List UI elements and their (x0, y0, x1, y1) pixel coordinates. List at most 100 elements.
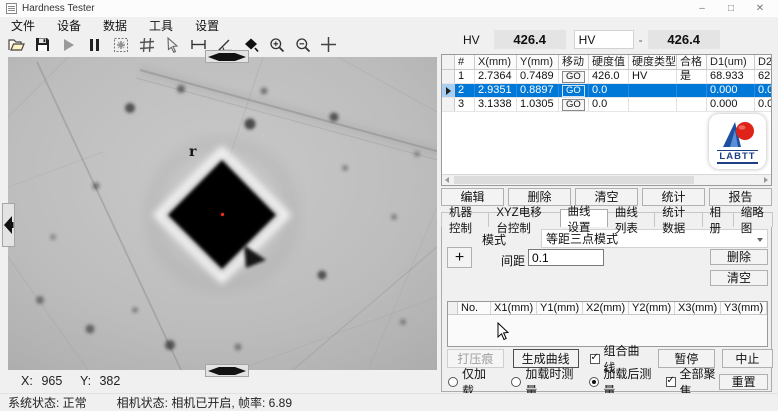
cell-move: GO (559, 98, 589, 111)
hv-scale-value: HV (579, 33, 596, 47)
hv-label: HV (463, 33, 480, 47)
scroll-left-icon[interactable] (445, 177, 449, 183)
cross-button[interactable] (319, 35, 338, 54)
maximize-button[interactable]: □ (719, 1, 743, 17)
cell-y: 0.8897 (517, 84, 559, 97)
delete-point-button[interactable]: 删除 (710, 249, 768, 265)
scroll-right-icon[interactable] (764, 177, 768, 183)
crosshair-box-icon (113, 37, 129, 53)
results-table[interactable]: # X(mm) Y(mm) 移动 硬度值 硬度类型 合格 D1(um) D2(u… (441, 54, 772, 186)
cell-hardness-type: HV (629, 70, 677, 83)
stage-marker-left[interactable] (2, 203, 15, 247)
tab-statistics[interactable]: 统计数据 (654, 212, 702, 227)
menu-item-data[interactable]: 数据 (92, 17, 138, 34)
menu-item-settings[interactable]: 设置 (184, 17, 230, 34)
status-bar: 系统状态: 正常 相机状态: 相机已开启, 帧率: 6.89 (0, 393, 778, 411)
stage-marker-bottom[interactable] (205, 364, 249, 377)
cell-x: 3.1338 (475, 98, 517, 111)
col-x3: X3(mm) (675, 302, 721, 314)
cross-icon (320, 36, 337, 53)
menu-item-tools[interactable]: 工具 (138, 17, 184, 34)
cell-hardness-type (629, 84, 677, 97)
cell-index: 2 (455, 84, 475, 97)
go-button[interactable]: GO (562, 71, 585, 83)
hardness-readout: HV 426.4 HV - 426.4 (441, 29, 773, 50)
play-icon (62, 38, 75, 52)
h-scrollbar[interactable] (442, 174, 771, 185)
cell-hardness: 426.0 (589, 70, 629, 83)
cell-move: GO (559, 70, 589, 83)
radio-icon (511, 377, 521, 387)
go-button[interactable]: GO (562, 85, 585, 97)
tab-xyz-stage-control[interactable]: XYZ电移台控制 (488, 212, 560, 227)
specimen-viewport[interactable]: r (8, 57, 437, 370)
col-index: # (455, 55, 475, 69)
coord-y-value: 382 (99, 374, 120, 388)
points-table[interactable]: No. X1(mm) Y1(mm) X2(mm) Y2(mm) X3(mm) Y… (447, 301, 768, 347)
menu-item-file[interactable]: 文件 (0, 17, 46, 34)
tab-machine-control[interactable]: 机器控制 (441, 212, 489, 227)
cell-move: GO (559, 84, 589, 97)
cell-x: 2.9351 (475, 84, 517, 97)
grid-button[interactable] (137, 35, 156, 54)
stage-marker-top[interactable] (205, 50, 249, 63)
cell-hardness: 0.0 (589, 98, 629, 111)
labtt-logo-icon (721, 120, 755, 150)
zoom-out-button[interactable] (293, 35, 312, 54)
cell-d1: 0.000 (707, 98, 755, 111)
cell-pass (677, 98, 707, 111)
abort-button[interactable]: 中止 (722, 349, 773, 368)
go-button[interactable]: GO (562, 99, 585, 111)
results-header-row: # X(mm) Y(mm) 移动 硬度值 硬度类型 合格 D1(um) D2(u… (442, 55, 771, 70)
scrollbar-thumb[interactable] (454, 176, 694, 184)
col-x2: X2(mm) (583, 302, 629, 314)
zoom-in-button[interactable] (267, 35, 286, 54)
reset-button[interactable]: 重置 (719, 374, 768, 390)
tab-curve-list[interactable]: 曲线列表 (607, 212, 655, 227)
cell-hardness: 0.0 (589, 84, 629, 97)
indentation-mark (152, 144, 292, 284)
coord-y-label: Y: (80, 374, 96, 388)
cell-pass: 是 (677, 70, 707, 83)
clear-points-button[interactable]: 清空 (710, 270, 768, 286)
cell-pass (677, 84, 707, 97)
system-status: 系统状态: 正常 (8, 394, 87, 411)
spacing-input[interactable] (528, 249, 604, 266)
cell-y: 1.0305 (517, 98, 559, 111)
tab-curve-settings[interactable]: 曲线设置 (560, 209, 608, 227)
stage-marker-top-icon (207, 52, 247, 62)
hv-separator: - (634, 33, 648, 47)
save-icon (35, 37, 50, 52)
cell-y: 0.7489 (517, 70, 559, 83)
menu-item-device[interactable]: 设备 (46, 17, 92, 34)
tab-album[interactable]: 相册 (702, 212, 734, 227)
open-button[interactable] (7, 35, 26, 54)
close-button[interactable]: ✕ (748, 1, 772, 17)
col-d1: D1(um) (707, 55, 755, 69)
table-row[interactable]: 3 3.1338 1.0305 GO 0.0 0.000 0.00 (442, 98, 771, 112)
title-bar: Hardness Tester – □ ✕ (0, 0, 778, 17)
col-pass: 合格 (677, 55, 707, 69)
cell-x: 2.7364 (475, 70, 517, 83)
pointer-button[interactable] (163, 35, 182, 54)
table-row[interactable]: 1 2.7364 0.7489 GO 426.0 HV 是 68.933 62.… (442, 70, 771, 84)
grid-icon (139, 37, 155, 53)
col-no: No. (458, 302, 491, 314)
table-row-selected[interactable]: 2 2.9351 0.8897 GO 0.0 0.000 0.00 (442, 84, 771, 98)
radio-icon-selected (589, 377, 599, 387)
cell-d2: 0.00 (755, 84, 772, 97)
coord-x-label: X: (21, 374, 38, 388)
hv-scale-select[interactable]: HV (574, 30, 634, 49)
tab-thumbnails[interactable]: 缩略图 (733, 212, 773, 227)
crosshair-box-button[interactable] (111, 35, 130, 54)
tab-bar: 机器控制 XYZ电移台控制 曲线设置 曲线列表 统计数据 相册 缩略图 (441, 209, 772, 227)
add-point-button[interactable]: + (447, 247, 472, 268)
pointer-icon (166, 37, 179, 53)
save-button[interactable] (33, 35, 52, 54)
pause-button[interactable] (85, 35, 104, 54)
play-button[interactable] (59, 35, 78, 54)
minimize-button[interactable]: – (690, 1, 714, 17)
checkbox-icon (666, 377, 676, 387)
hv-value-right: 426.4 (648, 30, 720, 49)
radio-icon (448, 377, 458, 387)
